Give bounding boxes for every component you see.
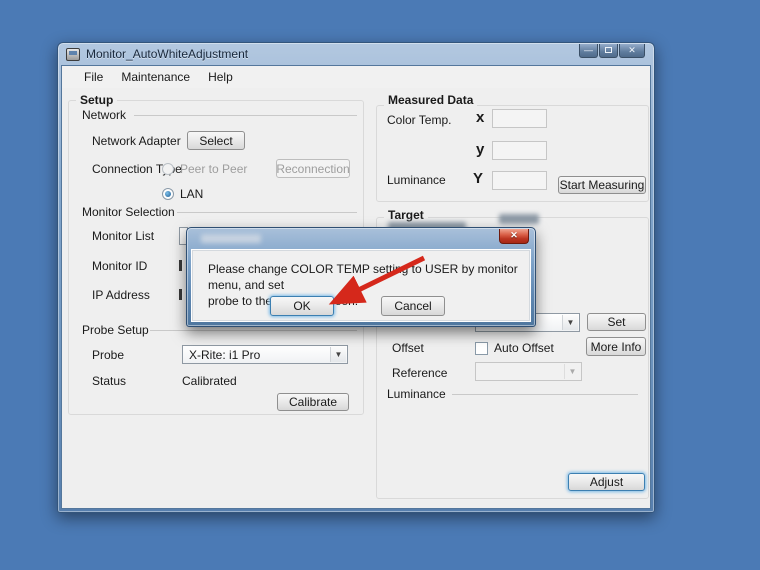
monitor-id-label: Monitor ID (92, 259, 148, 273)
chevron-down-icon: ▼ (564, 364, 580, 379)
target-luminance-subheader: Luminance (387, 387, 446, 401)
Y-value-field[interactable] (492, 171, 547, 190)
luminance-label: Luminance (387, 173, 446, 187)
close-icon: ✕ (628, 45, 636, 55)
monitor-selection-subheader: Monitor Selection (82, 205, 175, 219)
peer-to-peer-radio (162, 163, 174, 175)
close-button[interactable]: ✕ (619, 44, 645, 58)
ok-button[interactable]: OK (270, 296, 334, 316)
status-value: Calibrated (182, 374, 237, 388)
chevron-down-icon: ▼ (330, 347, 346, 362)
menu-file[interactable]: File (75, 67, 112, 87)
network-adapter-label: Network Adapter (92, 134, 181, 148)
ip-address-label: IP Address (92, 288, 150, 302)
more-info-button[interactable]: More Info (586, 337, 646, 356)
adjust-button[interactable]: Adjust (568, 473, 645, 491)
peer-to-peer-label: Peer to Peer (180, 162, 248, 176)
minimize-icon: — (584, 45, 593, 55)
set-button[interactable]: Set (587, 313, 646, 331)
dialog-close-button[interactable]: ✕ (499, 229, 529, 244)
app-icon (66, 47, 80, 61)
minimize-button[interactable]: — (579, 44, 598, 58)
maximize-icon (605, 47, 612, 53)
ip-address-value-fragment (179, 289, 182, 300)
probe-setup-subheader: Probe Setup (82, 323, 149, 337)
dialog-message: Please change COLOR TEMP setting to USER… (208, 261, 528, 309)
obscured-model-value-text (499, 214, 539, 224)
probe-label: Probe (92, 348, 125, 362)
start-measuring-button[interactable]: Start Measuring (558, 176, 646, 194)
y-value-field[interactable] (492, 141, 547, 160)
dialog-body: Please change COLOR TEMP setting to USER… (191, 249, 531, 322)
Y-label: Y (473, 170, 484, 187)
reference-combobox: ▼ (475, 362, 582, 381)
reference-label: Reference (392, 366, 448, 380)
menu-help[interactable]: Help (199, 67, 242, 87)
y-label: y (476, 141, 485, 158)
monitor-selection-divider (177, 212, 357, 213)
color-temp-label: Color Temp. (387, 113, 452, 127)
select-button[interactable]: Select (187, 131, 245, 150)
maximize-button[interactable] (599, 44, 618, 58)
close-icon: ✕ (510, 230, 518, 240)
x-value-field[interactable] (492, 109, 547, 128)
status-label: Status (92, 374, 127, 388)
auto-offset-checkbox[interactable] (475, 342, 488, 355)
target-header: Target (384, 208, 428, 222)
caption-buttons: — ✕ (578, 44, 645, 58)
menu-maintenance[interactable]: Maintenance (112, 67, 199, 87)
chevron-down-icon: ▼ (562, 315, 578, 330)
probe-setup-divider (150, 330, 357, 331)
measured-data-header: Measured Data (384, 93, 478, 107)
window-title: Monitor_AutoWhiteAdjustment (86, 47, 249, 61)
offset-label: Offset (392, 341, 424, 355)
target-luminance-divider (452, 394, 638, 395)
title-bar[interactable]: Monitor_AutoWhiteAdjustment (58, 43, 654, 65)
dialog-message-line1: Please change COLOR TEMP setting to USER… (208, 262, 518, 292)
obscured-dialog-title (201, 234, 261, 243)
probe-combobox-value: X-Rite: i1 Pro (189, 347, 261, 362)
probe-combobox[interactable]: X-Rite: i1 Pro ▼ (182, 345, 348, 364)
x-label: x (476, 109, 485, 126)
monitor-id-value-fragment (179, 260, 182, 271)
calibrate-button[interactable]: Calibrate (277, 393, 349, 411)
auto-offset-label: Auto Offset (494, 341, 554, 355)
monitor-list-label: Monitor List (92, 229, 155, 243)
network-divider (134, 115, 357, 116)
cancel-button[interactable]: Cancel (381, 296, 445, 316)
lan-label: LAN (180, 187, 204, 201)
reconnection-button: Reconnection (276, 159, 350, 178)
lan-radio[interactable] (162, 188, 174, 200)
menu-bar: File Maintenance Help (62, 66, 650, 88)
dialog-message-line2: probe to the monitor screen. (208, 294, 359, 308)
network-subheader: Network (82, 108, 127, 122)
setup-header: Setup (76, 93, 118, 107)
color-temp-dialog: ✕ Please change COLOR TEMP setting to US… (186, 227, 536, 327)
